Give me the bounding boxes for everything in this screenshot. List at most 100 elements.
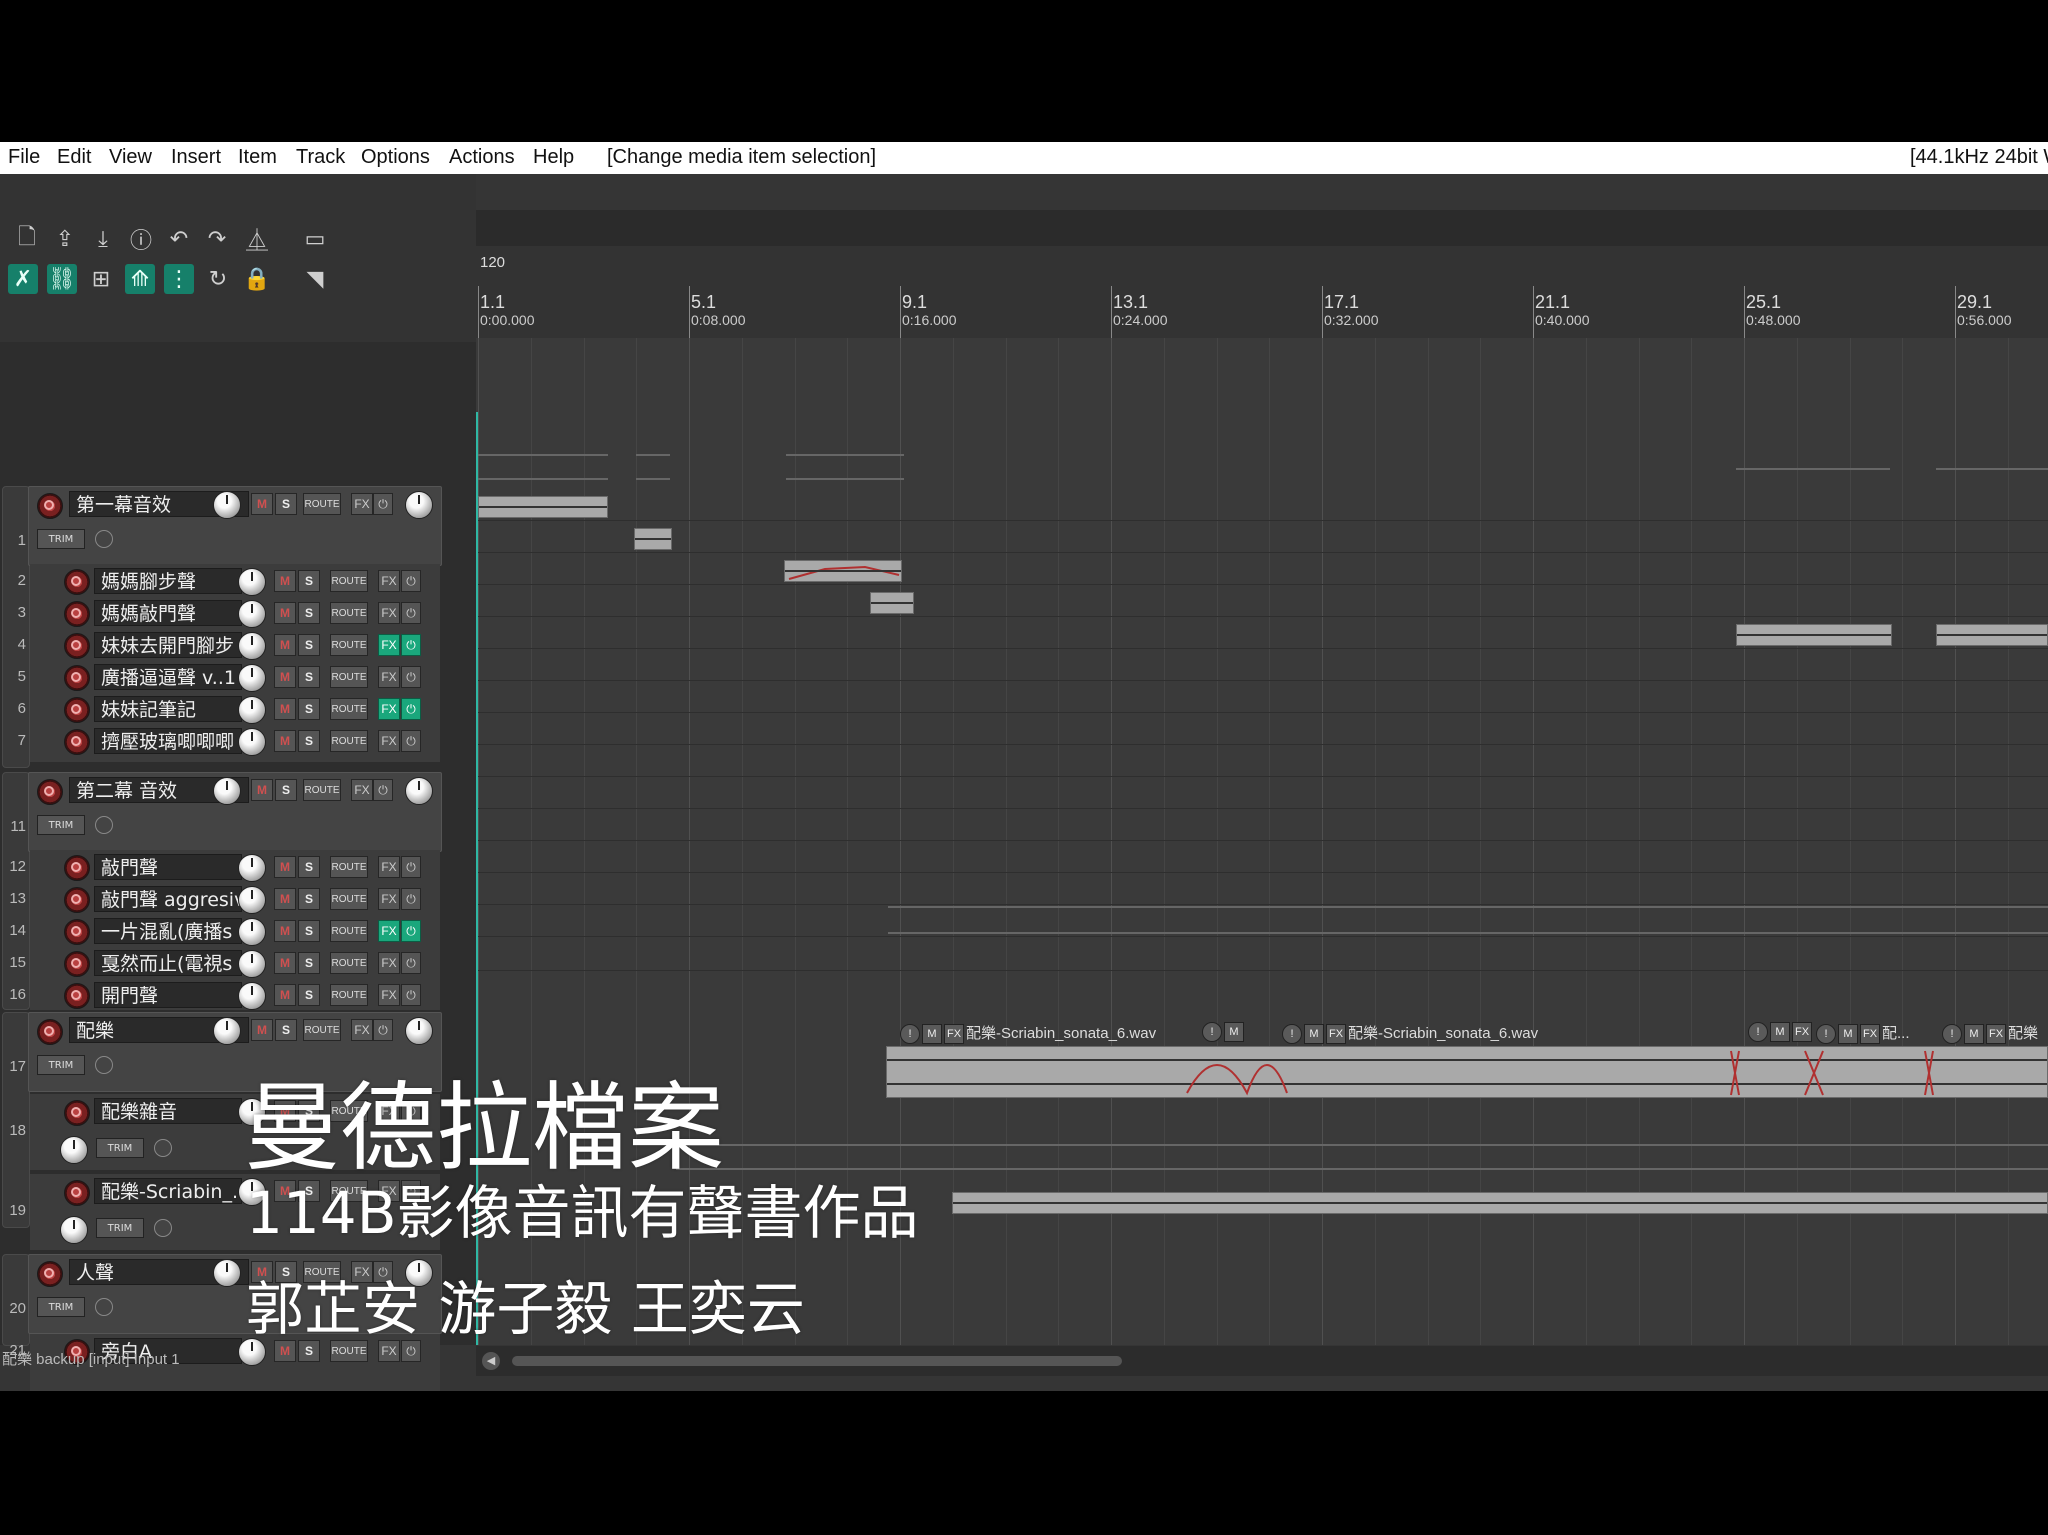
menu-insert[interactable]: Insert <box>171 146 221 169</box>
track-name[interactable]: 妹妹去開門腳步 <box>94 632 242 658</box>
track-name[interactable]: 敲門聲 aggresive <box>94 886 242 912</box>
route-button[interactable]: ROUTE <box>330 666 368 688</box>
menu-track[interactable]: Track <box>296 146 345 169</box>
lock-icon[interactable]: 🔒 <box>242 264 272 294</box>
pan-knob[interactable] <box>405 777 433 805</box>
track-row-3[interactable]: 3 媽媽敲門聲 M S ROUTE FX ⏻ <box>0 598 440 628</box>
snap-icon[interactable]: ⋮ <box>164 264 194 294</box>
item-fx-button[interactable]: FX <box>944 1024 964 1045</box>
solo-button[interactable]: S <box>275 1019 297 1041</box>
record-arm-button[interactable] <box>37 1261 63 1287</box>
toggle-window-icon[interactable]: ▭ <box>300 224 330 254</box>
fx-button[interactable]: FX <box>378 984 400 1006</box>
route-button[interactable]: ROUTE <box>303 779 341 801</box>
loop-icon[interactable]: ↻ <box>203 264 233 294</box>
track-name[interactable]: 一片混亂(廣播s <box>94 918 242 944</box>
folder-strip[interactable] <box>2 1012 30 1228</box>
scroll-left-icon[interactable]: ◀ <box>482 1352 500 1370</box>
track-name[interactable]: 敲門聲 <box>94 854 242 880</box>
volume-knob[interactable] <box>238 918 266 946</box>
route-button[interactable]: ROUTE <box>330 984 368 1006</box>
item-lock-icon[interactable]: ! <box>1942 1024 1962 1045</box>
volume-knob[interactable] <box>213 1259 241 1287</box>
solo-button[interactable]: S <box>298 570 320 592</box>
record-arm-button[interactable] <box>64 665 90 691</box>
record-arm-button[interactable] <box>64 569 90 595</box>
timeline-ruler[interactable]: 120 1.1 0:00.000 5.1 0:08.000 9.1 0:16.000 13.… <box>476 210 2048 338</box>
volume-knob[interactable] <box>238 696 266 724</box>
record-arm-button[interactable] <box>64 887 90 913</box>
fx-button[interactable]: FX <box>378 698 400 720</box>
fx-bypass-button[interactable]: ⏻ <box>373 493 393 515</box>
folder-track-1[interactable]: 第一幕音效 M S ROUTE FX ⏻ TRIM <box>28 486 442 566</box>
fx-bypass-button[interactable]: ⏻ <box>401 730 421 752</box>
track-row-14[interactable]: 14 一片混亂(廣播s M S ROUTE FX ⏻ <box>0 916 440 946</box>
fx-button[interactable]: FX <box>378 730 400 752</box>
item-label[interactable]: ! M FX 配樂 <box>1942 1022 2038 1045</box>
automation-trim-button[interactable]: TRIM <box>96 1218 144 1238</box>
route-button[interactable]: ROUTE <box>330 730 368 752</box>
fx-bypass-button[interactable]: ⏻ <box>401 952 421 974</box>
record-arm-button[interactable] <box>64 951 90 977</box>
fx-button[interactable]: FX <box>351 779 373 801</box>
fx-bypass-button[interactable]: ⏻ <box>401 634 421 656</box>
track-row-2[interactable]: 2 媽媽腳步聲 M S ROUTE FX ⏻ <box>0 566 440 596</box>
mute-button[interactable]: M <box>274 602 296 624</box>
mute-button[interactable]: M <box>274 920 296 942</box>
fx-bypass-button[interactable]: ⏻ <box>401 920 421 942</box>
volume-knob[interactable] <box>238 632 266 660</box>
media-item[interactable] <box>870 592 914 614</box>
track-name[interactable]: 配樂雜音 <box>94 1098 242 1124</box>
pan-knob[interactable] <box>60 1216 88 1244</box>
phase-icon[interactable] <box>95 530 113 548</box>
solo-button[interactable]: S <box>298 698 320 720</box>
track-name[interactable]: 妹妹記筆記 <box>94 696 242 722</box>
volume-knob[interactable] <box>238 728 266 756</box>
record-arm-button[interactable] <box>37 779 63 805</box>
menu-file[interactable]: File <box>8 146 40 169</box>
record-arm-button[interactable] <box>37 493 63 519</box>
item-mute-button[interactable]: M <box>1224 1022 1244 1042</box>
horizontal-scrollbar[interactable]: ◀ <box>476 1346 2048 1376</box>
track-row-6[interactable]: 6 妹妹記筆記 M S ROUTE FX ⏻ <box>0 694 440 724</box>
fx-button[interactable]: FX <box>378 952 400 974</box>
phase-icon[interactable] <box>154 1139 172 1157</box>
redo-icon[interactable]: ↷ <box>202 224 232 254</box>
fx-button[interactable]: FX <box>378 602 400 624</box>
fx-button[interactable]: FX <box>378 856 400 878</box>
menu-item[interactable]: Item <box>238 146 277 169</box>
volume-knob[interactable] <box>238 982 266 1010</box>
route-button[interactable]: ROUTE <box>303 1019 341 1041</box>
fx-bypass-button[interactable]: ⏻ <box>373 1019 393 1041</box>
new-project-icon[interactable]: 🗋 <box>12 224 42 254</box>
item-label[interactable]: ! M <box>1202 1022 1246 1042</box>
record-arm-button[interactable] <box>64 919 90 945</box>
crossfade-icon[interactable]: ◥ <box>300 264 330 294</box>
volume-knob[interactable] <box>238 950 266 978</box>
track-name[interactable]: 戛然而止(電視s <box>94 950 242 976</box>
track-name[interactable]: 媽媽腳步聲 <box>94 568 242 594</box>
metronome-icon[interactable]: ⏅ <box>242 224 272 254</box>
fx-button[interactable]: FX <box>378 634 400 656</box>
track-name[interactable]: 擠壓玻璃唧唧唧 <box>94 728 242 754</box>
automation-trim-button[interactable]: TRIM <box>37 815 85 835</box>
volume-knob[interactable] <box>238 854 266 882</box>
route-button[interactable]: ROUTE <box>330 602 368 624</box>
fx-button[interactable]: FX <box>351 1019 373 1041</box>
volume-knob[interactable] <box>213 777 241 805</box>
item-fx-button[interactable]: FX <box>1860 1024 1880 1045</box>
record-arm-button[interactable] <box>37 1019 63 1045</box>
mute-button[interactable]: M <box>274 730 296 752</box>
route-button[interactable]: ROUTE <box>330 634 368 656</box>
volume-knob[interactable] <box>238 600 266 628</box>
route-button[interactable]: ROUTE <box>330 888 368 910</box>
scrollbar-thumb[interactable] <box>512 1356 1122 1366</box>
mute-button[interactable]: M <box>274 856 296 878</box>
pan-knob[interactable] <box>405 1017 433 1045</box>
track-name[interactable]: 媽媽敲門聲 <box>94 600 242 626</box>
item-label[interactable]: ! M FX 配樂-Scriabin_sonata_6.wav <box>900 1022 1156 1045</box>
solo-button[interactable]: S <box>298 888 320 910</box>
mute-button[interactable]: M <box>274 634 296 656</box>
track-row-15[interactable]: 15 戛然而止(電視s M S ROUTE FX ⏻ <box>0 948 440 978</box>
solo-button[interactable]: S <box>298 920 320 942</box>
